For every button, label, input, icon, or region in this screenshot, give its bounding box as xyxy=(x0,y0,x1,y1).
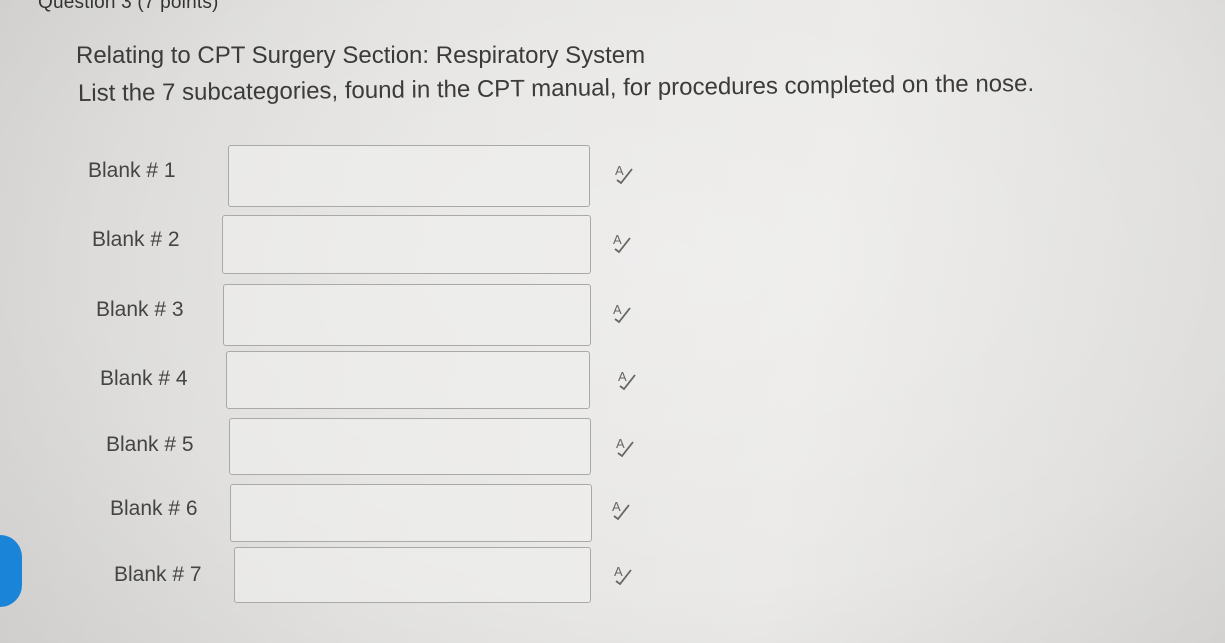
blank-row-4: Blank # 4 A xyxy=(100,351,700,411)
blank-row-3: Blank # 3 A xyxy=(96,284,696,346)
svg-text:A: A xyxy=(612,499,621,514)
blank-input-3[interactable] xyxy=(223,284,591,346)
question-title: Relating to CPT Surgery Section: Respira… xyxy=(76,42,646,69)
blank-row-1: Blank # 1 A xyxy=(88,145,688,207)
blank-input-6[interactable] xyxy=(230,484,592,542)
blank-row-7: Blank # 7 A xyxy=(114,547,714,607)
spellcheck-icon[interactable]: A xyxy=(612,562,634,586)
blank-label-2: Blank # 2 xyxy=(92,228,180,251)
blank-label-6: Blank # 6 xyxy=(110,497,198,520)
spellcheck-icon[interactable]: A xyxy=(610,497,632,521)
svg-text:A: A xyxy=(618,369,627,384)
blank-row-2: Blank # 2 A xyxy=(92,215,692,275)
blank-input-2[interactable] xyxy=(222,215,591,274)
spellcheck-icon[interactable]: A xyxy=(614,434,636,458)
blank-input-7[interactable] xyxy=(234,547,591,603)
blank-input-4[interactable] xyxy=(226,351,590,409)
spellcheck-icon[interactable]: A xyxy=(611,300,633,324)
svg-text:A: A xyxy=(613,302,622,317)
spellcheck-icon[interactable]: A xyxy=(616,367,638,391)
question-prompt: List the 7 subcategories, found in the C… xyxy=(77,69,1035,107)
svg-text:A: A xyxy=(613,232,622,247)
spellcheck-icon[interactable]: A xyxy=(613,161,635,185)
blank-row-6: Blank # 6 A xyxy=(110,484,710,544)
svg-text:A: A xyxy=(616,436,625,451)
blank-label-3: Blank # 3 xyxy=(96,298,184,321)
blank-row-5: Blank # 5 A xyxy=(106,418,706,478)
question-header: Question 3 (7 points) xyxy=(38,0,219,13)
blank-input-5[interactable] xyxy=(229,418,591,475)
blank-label-4: Blank # 4 xyxy=(100,367,188,390)
blank-label-7: Blank # 7 xyxy=(114,563,202,586)
blank-label-5: Blank # 5 xyxy=(106,433,194,456)
spellcheck-icon[interactable]: A xyxy=(611,230,633,254)
side-nav-button[interactable] xyxy=(0,535,22,607)
svg-text:A: A xyxy=(614,564,623,579)
svg-text:A: A xyxy=(615,163,624,178)
blank-input-1[interactable] xyxy=(228,145,590,207)
blank-label-1: Blank # 1 xyxy=(88,159,176,182)
